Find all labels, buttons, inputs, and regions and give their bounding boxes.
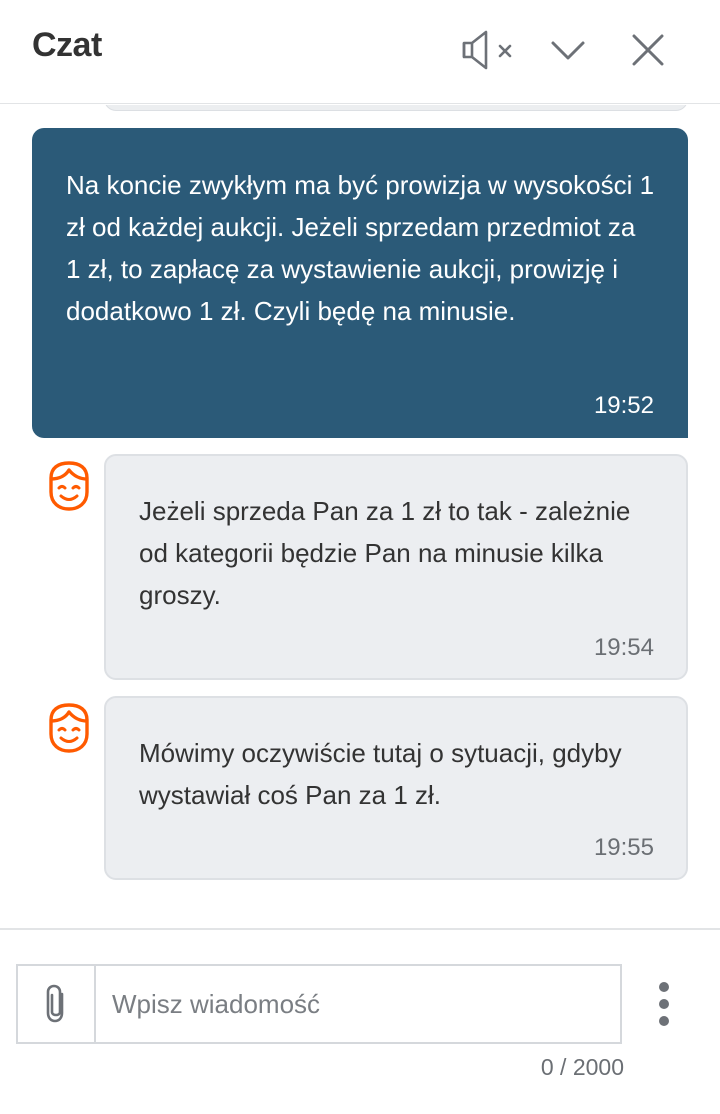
agent-avatar [46,460,92,512]
agent-smile-icon [49,461,89,511]
mute-button[interactable] [456,24,520,76]
paperclip-icon [46,984,64,1023]
message-text: Na koncie zwykłym ma być prowizja w wyso… [66,170,655,326]
message-input-wrapper [16,964,622,1044]
close-button[interactable] [624,24,672,76]
composer: 0 / 2000 [0,928,720,1114]
chat-header: Czat [0,0,720,104]
more-dot [659,1016,669,1026]
chat-title: Czat [32,26,102,64]
previous-message-bubble [104,105,688,111]
character-counter: 0 / 2000 [540,1054,624,1080]
incoming-message: Mówimy oczywiście tutaj o sytuacji, gdyb… [104,696,688,880]
message-text: Jeżeli sprzeda Pan za 1 zł to tak - zale… [139,496,631,610]
outgoing-message: Na koncie zwykłym ma być prowizja w wyso… [32,128,688,438]
more-vertical-icon [659,982,669,992]
message-time: 19:55 [593,834,654,861]
agent-smile-icon [49,703,89,753]
message-input[interactable] [98,966,618,1042]
collapse-button[interactable] [544,24,592,76]
attach-button[interactable] [18,966,96,1042]
chevron-down-icon [551,41,585,60]
message-text: Mówimy oczywiście tutaj o sytuacji, gdyb… [139,738,622,810]
more-options-button[interactable] [644,970,684,1038]
close-icon [632,34,664,66]
agent-avatar [46,702,92,754]
message-time: 19:52 [593,392,654,419]
incoming-message: Jeżeli sprzeda Pan za 1 zł to tak - zale… [104,454,688,680]
message-time: 19:54 [593,634,654,661]
speaker-muted-icon [462,30,512,70]
more-dot [659,999,669,1009]
message-list[interactable]: Na koncie zwykłym ma być prowizja w wyso… [0,105,720,928]
